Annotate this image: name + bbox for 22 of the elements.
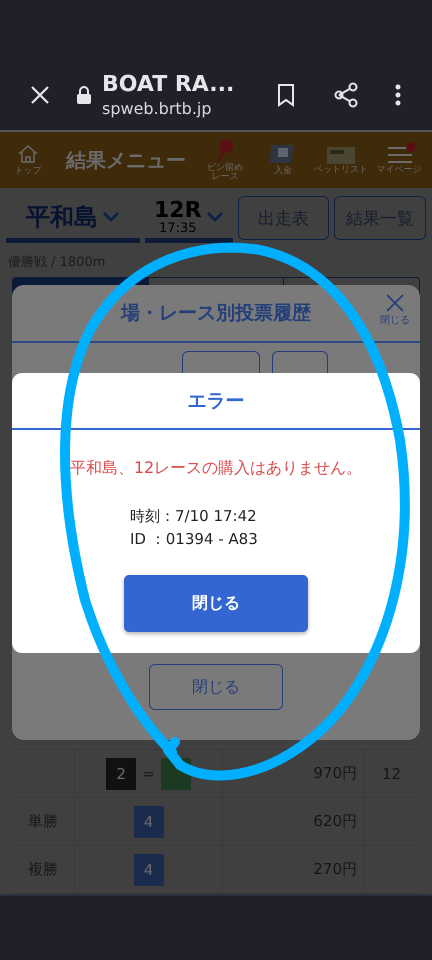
race-select[interactable]: 12R 17:35 (145, 196, 233, 243)
header-nav-item[interactable]: 入金 (254, 143, 312, 177)
menu-title: 結果メニュー (66, 146, 187, 174)
error-message: 平和島、12レースの購入はありません。 (70, 458, 362, 479)
modal-title: 場・レース別投票履歴 (121, 301, 311, 326)
page-url: spweb.brtb.jp (102, 99, 213, 118)
close-button[interactable]: 閉じる (380, 293, 410, 327)
page-title: BOAT RA... (102, 72, 236, 97)
header-nav-item[interactable]: ピン留めレース (196, 138, 254, 182)
detail-text: ID ：01394 - A83 (130, 530, 258, 549)
boat-number: 4 (134, 854, 164, 886)
boat-number: 2 (106, 758, 136, 790)
separator-text: = (142, 764, 155, 782)
boat-number: 4 (134, 806, 164, 838)
header-nav-item[interactable]: ベットリスト (312, 144, 370, 176)
close-button[interactable]: 閉じる (149, 664, 283, 710)
home-button[interactable]: トップ (12, 144, 44, 176)
header-nav-item[interactable]: マイページ (370, 144, 428, 176)
venue-select[interactable]: 平和島 (6, 196, 140, 243)
close-button[interactable]: 閉じる (124, 575, 308, 632)
dialog-title: エラー (188, 388, 244, 414)
detail-text: 時刻：7/10 17:42 (130, 507, 258, 526)
